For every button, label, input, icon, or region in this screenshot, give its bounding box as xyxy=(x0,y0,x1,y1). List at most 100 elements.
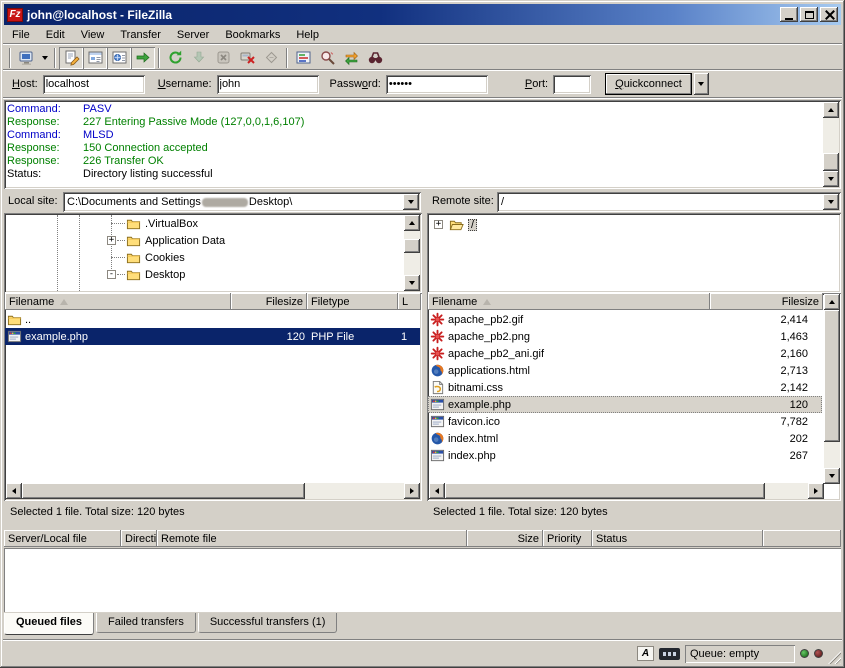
process-queue-button[interactable] xyxy=(187,47,211,69)
column-header-filename[interactable]: Filename xyxy=(5,293,231,310)
menu-transfer[interactable]: Transfer xyxy=(112,27,169,43)
password-input[interactable] xyxy=(386,75,488,94)
column-header-filetype[interactable]: Filetype xyxy=(307,293,398,310)
toggle-message-log-button[interactable] xyxy=(59,47,83,69)
scroll-right-button[interactable] xyxy=(808,483,824,499)
scrollbar-thumb[interactable] xyxy=(445,483,765,499)
queue-column-priority[interactable]: Priority xyxy=(543,530,592,547)
file-row[interactable]: applications.html 2,713 xyxy=(428,362,822,379)
toggle-transfer-queue-button[interactable] xyxy=(131,47,155,69)
tab-successful-transfers[interactable]: Successful transfers (1) xyxy=(198,613,338,633)
tab-failed-transfers[interactable]: Failed transfers xyxy=(96,613,196,633)
reconnect-icon xyxy=(263,49,280,66)
scrollbar-thumb[interactable] xyxy=(404,239,420,253)
synchronized-browsing-button[interactable] xyxy=(339,47,363,69)
menu-file[interactable]: File xyxy=(4,27,38,43)
title-bar[interactable]: Fz john@localhost - FileZilla xyxy=(4,4,841,25)
file-row-example-php[interactable]: example.php 120 PHP File 1 xyxy=(5,328,420,345)
disconnect-button[interactable] xyxy=(235,47,259,69)
queue-column-server-local[interactable]: Server/Local file xyxy=(4,530,121,547)
file-row[interactable]: apache_pb2_ani.gif 2,160 xyxy=(428,345,822,362)
log-line: Response:227 Entering Passive Mode (127,… xyxy=(7,116,821,129)
queue-column-direction[interactable]: Directi... xyxy=(121,530,157,547)
scroll-down-button[interactable] xyxy=(824,468,840,484)
tree-item-application-data[interactable]: Application Data xyxy=(126,232,225,249)
queue-column-empty[interactable] xyxy=(763,530,841,547)
scrollbar-thumb[interactable] xyxy=(824,310,840,442)
find-files-button[interactable] xyxy=(363,47,387,69)
remote-list-hscrollbar[interactable] xyxy=(429,483,824,499)
maximize-button[interactable] xyxy=(800,7,818,22)
quickconnect-dropdown[interactable] xyxy=(694,73,709,95)
toggle-local-tree-button[interactable] xyxy=(83,47,107,69)
remote-site-combobox[interactable]: / xyxy=(497,192,841,212)
username-input[interactable] xyxy=(217,75,319,94)
expand-icon[interactable]: + xyxy=(107,236,116,245)
file-row-example-php[interactable]: example.php 120 xyxy=(428,396,822,413)
scroll-left-button[interactable] xyxy=(429,483,445,499)
tab-queued-files[interactable]: Queued files xyxy=(4,613,94,635)
host-input[interactable] xyxy=(43,75,145,94)
tree-item-root[interactable]: / xyxy=(449,216,477,233)
reconnect-button[interactable] xyxy=(259,47,283,69)
expand-icon[interactable]: + xyxy=(434,220,443,229)
column-header-filesize[interactable]: Filesize xyxy=(231,293,307,310)
scroll-up-button[interactable] xyxy=(823,102,839,118)
port-input[interactable] xyxy=(553,75,591,94)
refresh-button[interactable] xyxy=(163,47,187,69)
menu-server[interactable]: Server xyxy=(169,27,217,43)
scroll-up-button[interactable] xyxy=(404,215,420,231)
menu-view[interactable]: View xyxy=(73,27,113,43)
transfer-queue-list[interactable] xyxy=(4,548,841,612)
column-header-filesize[interactable]: Filesize xyxy=(710,293,823,310)
file-row-parent-dir[interactable]: .. xyxy=(5,311,420,328)
tree-item-cookies[interactable]: Cookies xyxy=(126,249,185,266)
remote-site-dropdown[interactable] xyxy=(823,194,839,210)
scroll-right-button[interactable] xyxy=(404,483,420,499)
scroll-left-button[interactable] xyxy=(6,483,22,499)
local-tree-scrollbar[interactable] xyxy=(404,215,420,291)
folder-icon xyxy=(126,216,141,231)
file-row[interactable]: apache_pb2.gif 2,414 xyxy=(428,311,822,328)
queue-column-status[interactable]: Status xyxy=(592,530,763,547)
toolbar-separator xyxy=(54,48,56,68)
toggle-remote-tree-button[interactable] xyxy=(107,47,131,69)
php-file-icon xyxy=(430,448,445,463)
scroll-down-button[interactable] xyxy=(823,171,839,187)
minimize-button[interactable] xyxy=(780,7,798,22)
menu-bookmarks[interactable]: Bookmarks xyxy=(217,27,288,43)
remote-list-vscrollbar[interactable] xyxy=(824,294,840,484)
queue-column-remote-file[interactable]: Remote file xyxy=(157,530,467,547)
tree-item-virtualbox[interactable]: .VirtualBox xyxy=(126,215,198,232)
menu-edit[interactable]: Edit xyxy=(38,27,73,43)
cancel-button[interactable] xyxy=(211,47,235,69)
collapse-icon[interactable]: - xyxy=(107,270,116,279)
column-header-modified[interactable]: L xyxy=(398,293,421,310)
tree-item-desktop[interactable]: Desktop xyxy=(126,266,185,283)
local-site-combobox[interactable]: C:\Documents and SettingsDesktop\ xyxy=(63,192,421,212)
directory-comparison-button[interactable] xyxy=(315,47,339,69)
queue-column-size[interactable]: Size xyxy=(467,530,543,547)
scrollbar-thumb[interactable] xyxy=(823,153,839,171)
scroll-up-button[interactable] xyxy=(824,294,840,310)
file-row[interactable]: apache_pb2.png 1,463 xyxy=(428,328,822,345)
quickconnect-button[interactable]: Quickconnect xyxy=(605,73,692,95)
site-manager-dropdown[interactable] xyxy=(38,47,51,69)
directory-filter-button[interactable] xyxy=(291,47,315,69)
file-row[interactable]: index.php 267 xyxy=(428,447,822,464)
file-row[interactable]: index.html 202 xyxy=(428,430,822,447)
log-line: Status:Directory listing successful xyxy=(7,168,821,181)
site-manager-button[interactable] xyxy=(14,47,38,69)
column-header-filename[interactable]: Filename xyxy=(428,293,710,310)
scroll-down-button[interactable] xyxy=(404,275,420,291)
scrollbar-thumb[interactable] xyxy=(22,483,305,499)
log-scrollbar[interactable] xyxy=(823,102,839,187)
file-row[interactable]: favicon.ico 7,782 xyxy=(428,413,822,430)
file-row[interactable]: bitnami.css 2,142 xyxy=(428,379,822,396)
encryption-indicator-icon[interactable] xyxy=(659,648,680,660)
close-button[interactable] xyxy=(820,7,838,22)
local-list-hscrollbar[interactable] xyxy=(6,483,420,499)
local-site-dropdown[interactable] xyxy=(403,194,419,210)
data-type-indicator-icon[interactable]: A xyxy=(637,646,654,661)
menu-help[interactable]: Help xyxy=(288,27,327,43)
